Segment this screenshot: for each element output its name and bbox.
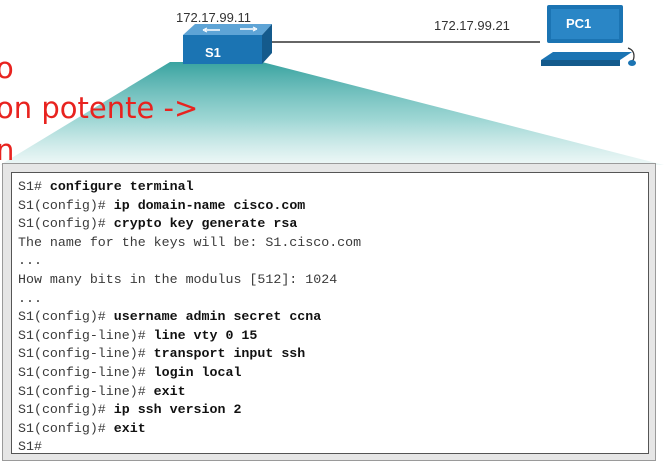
terminal-line: S1(config)# crypto key generate rsa [18,215,648,234]
terminal-line: S1(config-line)# line vty 0 15 [18,327,648,346]
terminal-command: exit [153,383,186,399]
terminal-line: S1(config-line)# transport input ssh [18,345,648,364]
terminal-command: transport input ssh [153,346,306,362]
terminal-frame: S1# configure terminal S1(config)# ip dom… [2,163,656,461]
terminal-output: The name for the keys will be: S1.cisco.… [18,234,362,250]
terminal-output: ... [18,253,42,269]
terminal-prompt: S1# [18,439,42,454]
overlay-text-line1: o [0,51,14,85]
terminal-line: S1# configure terminal [18,178,648,197]
terminal-line: S1(config-line)# exit [18,383,648,402]
terminal-command: line vty 0 15 [153,327,258,343]
terminal-output: How many bits in the modulus [512]: 1024 [18,271,338,287]
terminal-prompt: S1(config-line)# [18,327,154,343]
terminal-command: configure terminal [49,179,194,194]
overlay-text-line2: on potente -> [0,91,199,125]
terminal-prompt: S1(config)# [18,197,114,213]
terminal-line: S1(config)# exit [18,420,648,439]
terminal-prompt: S1(config-line)# [18,383,154,399]
switch-label: S1 [205,45,221,60]
terminal-command: login local [153,364,242,380]
switch-ip-label: 172.17.99.11 [176,10,251,25]
terminal-command: crypto key generate rsa [113,216,298,232]
terminal-prompt: S1(config-line)# [18,346,154,362]
terminal-console: S1# configure terminal S1(config)# ip dom… [11,172,649,454]
terminal-line: S1(config)# username admin secret ccna [18,308,648,327]
switch-icon [183,24,272,64]
terminal-command: ip domain-name cisco.com [113,197,306,213]
terminal-prompt: S1# [18,179,50,194]
terminal-prompt: S1(config-line)# [18,364,154,380]
terminal-line: The name for the keys will be: S1.cisco.… [18,234,648,253]
terminal-command: username admin secret ccna [113,309,322,325]
overlay-text-line3: n [0,133,15,167]
terminal-command: exit [113,420,146,436]
network-topology-diagram [0,5,664,165]
terminal-line: S1(config)# ip ssh version 2 [18,401,648,420]
pc-label: PC1 [566,16,592,31]
terminal-line: ... [18,252,648,271]
terminal-prompt: S1(config)# [18,420,114,436]
terminal-line: How many bits in the modulus [512]: 1024 [18,271,648,290]
terminal-prompt: S1(config)# [18,309,114,325]
pc-icon [541,5,636,66]
terminal-prompt: S1(config)# [18,402,114,418]
terminal-line: S1(config-line)# login local [18,364,648,383]
terminal-line: S1# [18,438,648,454]
pc-ip-label: 172.17.99.21 [434,18,510,33]
terminal-output: ... [18,290,42,306]
terminal-line: ... [18,290,648,309]
terminal-prompt: S1(config)# [18,216,114,232]
terminal-line: S1(config)# ip domain-name cisco.com [18,197,648,216]
terminal-lines: S1# configure terminal S1(config)# ip dom… [18,178,648,454]
terminal-command: ip ssh version 2 [113,402,242,418]
